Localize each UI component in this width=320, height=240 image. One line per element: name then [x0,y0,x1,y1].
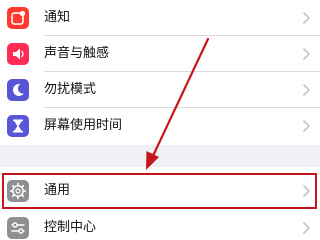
settings-row-label: 通知 [44,10,71,25]
settings-row-general[interactable]: 通用 [0,173,320,209]
settings-row-label: 通用 [44,183,71,198]
do-not-disturb-moon-icon [7,79,29,101]
notifications-icon [7,7,29,29]
settings-row-label: 勿扰模式 [44,82,97,97]
control-center-icon [7,217,29,239]
settings-row-label: 屏幕使用时间 [44,118,123,133]
settings-screen: 通知 声音与触感 勿扰模式 屏幕使用时间 通用 控制中心 [0,0,320,240]
settings-row-label: 声音与触感 [44,46,110,61]
settings-row-label: 控制中心 [44,220,97,235]
sounds-haptics-icon [7,43,29,65]
settings-row-screen-time[interactable]: 屏幕使用时间 [0,108,320,144]
screen-time-hourglass-icon [7,115,29,137]
settings-row-do-not-disturb[interactable]: 勿扰模式 [0,72,320,108]
general-gear-icon [7,180,29,202]
settings-group-2: 通用 控制中心 [0,167,320,240]
settings-row-notifications[interactable]: 通知 [0,0,320,36]
chevron-right-icon [303,12,310,24]
settings-row-sounds-haptics[interactable]: 声音与触感 [0,36,320,72]
chevron-right-icon [303,84,310,96]
settings-row-control-center[interactable]: 控制中心 [0,210,320,240]
chevron-right-icon [303,222,310,234]
settings-group-1: 通知 声音与触感 勿扰模式 屏幕使用时间 [0,0,320,145]
chevron-right-icon [303,185,310,197]
chevron-right-icon [303,120,310,132]
chevron-right-icon [303,48,310,60]
